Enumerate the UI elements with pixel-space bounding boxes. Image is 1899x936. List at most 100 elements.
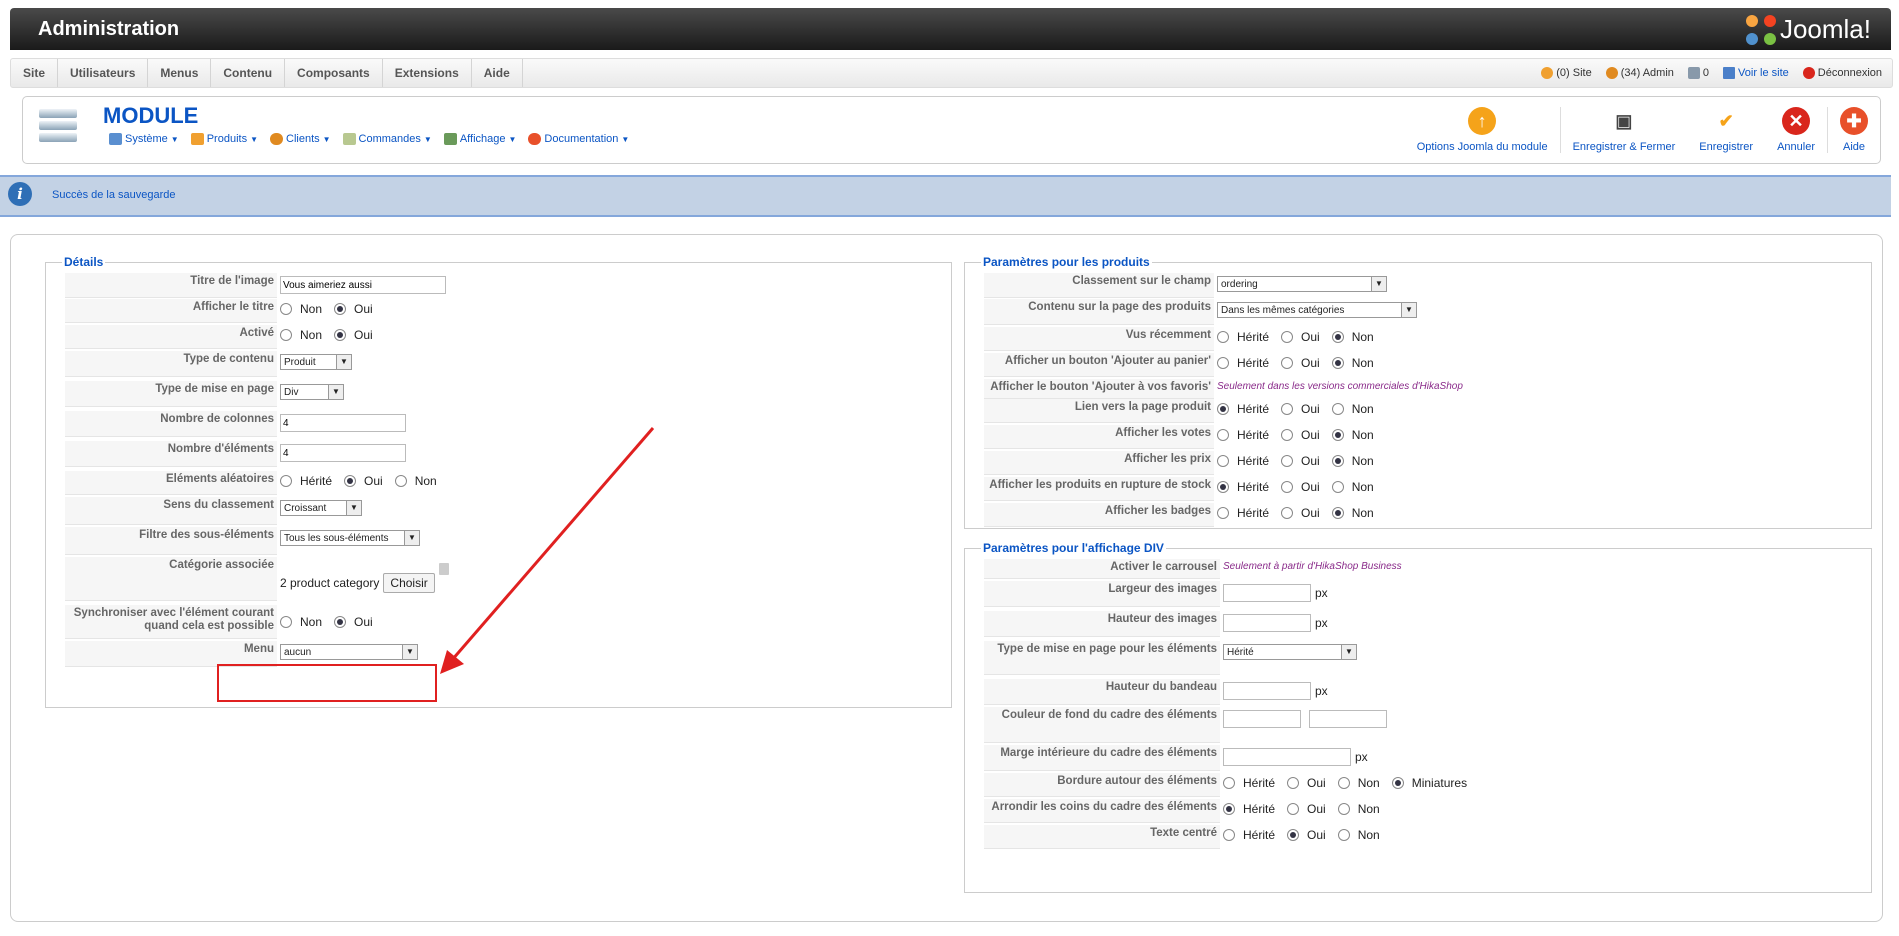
fav-btn-label: Afficher le bouton 'Ajouter à vos favori… <box>984 379 1214 399</box>
submenu-orders[interactable]: Commandes ▼ <box>342 133 432 145</box>
sync-oui-radio[interactable] <box>334 616 347 628</box>
page-content-label: Contenu sur la page des produits <box>984 299 1214 325</box>
link-oui-radio[interactable] <box>1281 403 1294 415</box>
random-oui-radio[interactable] <box>344 475 357 487</box>
active-non-radio[interactable] <box>280 329 292 341</box>
link-herite-radio[interactable] <box>1217 403 1229 415</box>
prices-oui-radio[interactable] <box>1281 455 1294 467</box>
content-type-select[interactable]: Produit ▼ <box>280 354 352 370</box>
submenu-customers[interactable]: Clients ▼ <box>270 133 331 145</box>
centered-herite-radio[interactable] <box>1223 829 1235 841</box>
stock-oui-radio[interactable] <box>1281 481 1294 493</box>
main-menubar: Site Utilisateurs Menus Contenu Composan… <box>10 58 1893 88</box>
border-herite-radio[interactable] <box>1223 777 1235 789</box>
link-non-radio[interactable] <box>1331 403 1344 415</box>
rounded-herite-radio[interactable] <box>1223 803 1235 815</box>
submenu-display[interactable]: Affichage ▼ <box>443 133 516 145</box>
chevron-down-icon: ▼ <box>1341 645 1356 659</box>
stock-herite-radio[interactable] <box>1217 481 1229 493</box>
bg-color-input-1[interactable] <box>1223 710 1301 728</box>
stock-non-radio[interactable] <box>1331 481 1344 493</box>
badges-radios: Hérité Oui Non <box>1214 503 1382 520</box>
border-oui-radio[interactable] <box>1287 777 1300 789</box>
layout-type-select[interactable]: Div ▼ <box>280 384 344 400</box>
power-icon <box>1802 67 1815 80</box>
prices-label: Afficher les prix <box>984 451 1214 475</box>
sync-non-radio[interactable] <box>280 616 292 628</box>
submenu-system[interactable]: Système ▼ <box>109 133 179 145</box>
submenu-documentation[interactable]: Documentation ▼ <box>528 133 629 145</box>
trash-icon[interactable] <box>438 563 449 575</box>
rounded-oui-radio[interactable] <box>1287 803 1300 815</box>
category-label: Catégorie associée <box>65 557 277 601</box>
badges-herite-radio[interactable] <box>1217 507 1229 519</box>
prices-herite-radio[interactable] <box>1217 455 1229 467</box>
centered-oui-radio[interactable] <box>1287 829 1300 841</box>
prices-non-radio[interactable] <box>1331 455 1344 467</box>
box-icon <box>190 133 204 145</box>
choose-button[interactable]: Choisir <box>383 573 435 593</box>
help-button[interactable]: ✚ Aide <box>1828 101 1880 159</box>
border-non-radio[interactable] <box>1337 777 1350 789</box>
menu-extensions[interactable]: Extensions <box>383 59 472 87</box>
menu-select[interactable]: aucun ▼ <box>280 644 418 660</box>
votes-oui-radio[interactable] <box>1281 429 1294 441</box>
sync-label: Synchroniser avec l'élément courant quand… <box>65 605 277 639</box>
show-title-oui-radio[interactable] <box>334 303 347 315</box>
page-content-select[interactable]: Dans les mêmes catégories ▼ <box>1217 302 1417 318</box>
layout-el-select[interactable]: Hérité ▼ <box>1223 644 1357 660</box>
elements-input[interactable] <box>280 444 406 462</box>
image-title-input[interactable] <box>280 276 446 294</box>
view-site-link[interactable]: Voir le site <box>1723 59 1789 87</box>
check-icon: ✔ <box>1712 107 1741 135</box>
cart-non-radio[interactable] <box>1331 357 1344 369</box>
chevron-down-icon: ▼ <box>336 355 351 369</box>
menu-site[interactable]: Site <box>11 59 59 87</box>
img-width-input[interactable] <box>1223 584 1311 602</box>
menu-components[interactable]: Composants <box>285 59 383 87</box>
logout-link[interactable]: Déconnexion <box>1802 59 1882 87</box>
recently-oui-radio[interactable] <box>1281 331 1294 343</box>
save-button[interactable]: ✔ Enregistrer <box>1687 101 1765 159</box>
centered-non-radio[interactable] <box>1337 829 1350 841</box>
border-miniatures-radio[interactable] <box>1391 777 1404 789</box>
recently-herite-radio[interactable] <box>1217 331 1229 343</box>
admin-users-icon <box>1605 67 1618 80</box>
recently-non-radio[interactable] <box>1331 331 1344 343</box>
img-height-input[interactable] <box>1223 614 1311 632</box>
columns-input[interactable] <box>280 414 406 432</box>
chevron-down-icon: ▼ <box>1401 303 1416 317</box>
show-title-non-radio[interactable] <box>280 303 292 315</box>
cart-herite-radio[interactable] <box>1217 357 1229 369</box>
order-dir-select[interactable]: Croissant ▼ <box>280 500 362 516</box>
cancel-button[interactable]: ✕ Annuler <box>1765 101 1827 159</box>
votes-herite-radio[interactable] <box>1217 429 1229 441</box>
order-field-select[interactable]: ordering ▼ <box>1217 276 1387 292</box>
random-non-radio[interactable] <box>394 475 407 487</box>
menu-content[interactable]: Contenu <box>211 59 286 87</box>
options-arrow-icon: ↑ <box>1468 107 1497 135</box>
chevron-down-icon: ▼ <box>1371 277 1386 291</box>
active-oui-radio[interactable] <box>334 329 347 341</box>
menu-help[interactable]: Aide <box>472 59 523 87</box>
menu-users[interactable]: Utilisateurs <box>58 59 149 87</box>
save-close-button[interactable]: ▣ Enregistrer & Fermer <box>1561 101 1688 159</box>
submenu-products[interactable]: Produits ▼ <box>190 133 258 145</box>
filter-select[interactable]: Tous les sous-éléments ▼ <box>280 530 420 546</box>
menu-menus[interactable]: Menus <box>148 59 212 87</box>
options-button[interactable]: ↑ Options Joomla du module <box>1405 101 1560 159</box>
padding-input[interactable] <box>1223 748 1351 766</box>
rounded-non-radio[interactable] <box>1337 803 1350 815</box>
badges-oui-radio[interactable] <box>1281 507 1294 519</box>
banner-height-input[interactable] <box>1223 682 1311 700</box>
columns-label: Nombre de colonnes <box>65 411 277 437</box>
badges-non-radio[interactable] <box>1331 507 1344 519</box>
carousel-label: Activer le carrousel <box>984 559 1220 579</box>
votes-non-radio[interactable] <box>1331 429 1344 441</box>
monitor-icon <box>1723 67 1736 80</box>
messages-status[interactable]: 0 <box>1687 59 1709 87</box>
bg-color-input-2[interactable] <box>1309 710 1387 728</box>
cart-oui-radio[interactable] <box>1281 357 1294 369</box>
random-herite-radio[interactable] <box>280 475 292 487</box>
admin-users-status: (34) Admin <box>1605 59 1674 87</box>
